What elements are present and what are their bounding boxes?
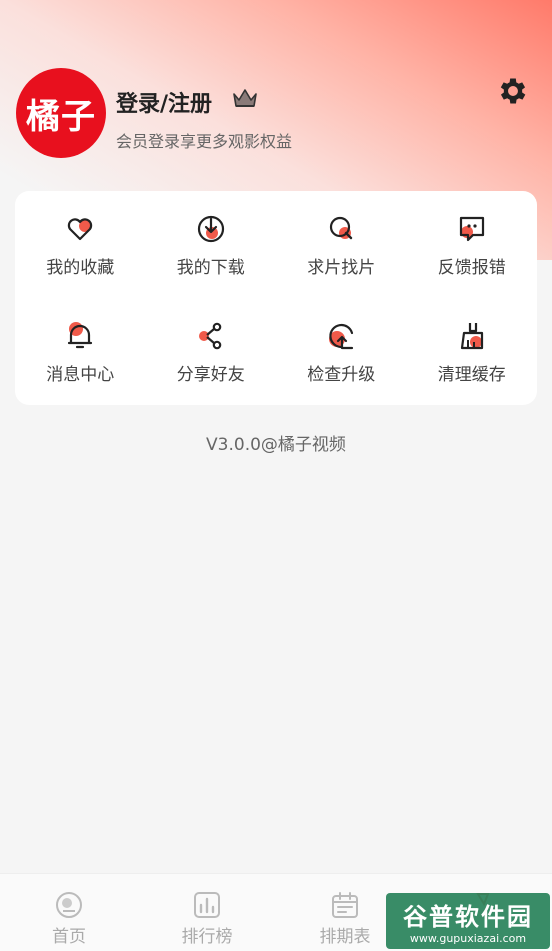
menu-item-share[interactable]: 分享好友 (146, 298, 277, 405)
menu-item-favorites[interactable]: 我的收藏 (15, 191, 146, 298)
ranking-icon (194, 892, 220, 918)
menu-item-label: 检查升级 (307, 365, 376, 385)
menu-item-label: 我的收藏 (46, 258, 115, 278)
upgrade-icon (329, 323, 354, 350)
tab-home[interactable]: 首页 (0, 874, 138, 951)
tab-label: 排行榜 (181, 927, 233, 947)
menu-item-label: 清理缓存 (437, 365, 506, 385)
home-icon (56, 892, 82, 918)
watermark-url: www.gupuxiazai.com (409, 932, 527, 945)
crown-icon (233, 89, 257, 107)
menu-item-label: 求片找片 (307, 258, 376, 278)
menu-item-feedback[interactable]: 反馈报错 (407, 191, 538, 298)
share-icon (198, 322, 222, 350)
heart-icon (68, 218, 93, 241)
feature-menu-card: 我的收藏 我的下载 求片找片 反馈报错 消息中心 分享好友 检查升级 清理缓存 (15, 191, 537, 405)
tab-label: 首页 (52, 927, 86, 947)
download-icon (197, 215, 224, 243)
tab-label: 排期表 (319, 927, 371, 947)
avatar[interactable]: 橘子 (16, 68, 106, 158)
login-subtitle: 会员登录享更多观影权益 (116, 132, 293, 151)
menu-item-label: 分享好友 (176, 365, 245, 385)
menu-item-request-movie[interactable]: 求片找片 (276, 191, 407, 298)
login-register-link[interactable]: 登录/注册 (116, 86, 212, 118)
watermark-title: 谷普软件园 (403, 903, 533, 931)
bell-icon (68, 322, 93, 349)
avatar-text: 橘子 (26, 96, 96, 137)
menu-item-label: 消息中心 (46, 365, 115, 385)
menu-item-label: 反馈报错 (437, 258, 506, 278)
gear-icon[interactable] (496, 74, 530, 108)
menu-item-check-update[interactable]: 检查升级 (276, 298, 407, 405)
calendar-icon (332, 892, 358, 918)
tab-ranking[interactable]: 排行榜 (138, 874, 276, 951)
search-icon (330, 216, 353, 240)
feedback-icon (459, 216, 484, 242)
version-text: V3.0.0@橘子视频 (206, 435, 346, 455)
menu-item-label: 我的下载 (176, 258, 245, 278)
menu-item-messages[interactable]: 消息中心 (15, 298, 146, 405)
watermark: 谷普软件园 www.gupuxiazai.com (386, 893, 550, 949)
menu-item-downloads[interactable]: 我的下载 (146, 191, 277, 298)
broom-icon (460, 323, 483, 350)
menu-item-clear-cache[interactable]: 清理缓存 (407, 298, 538, 405)
